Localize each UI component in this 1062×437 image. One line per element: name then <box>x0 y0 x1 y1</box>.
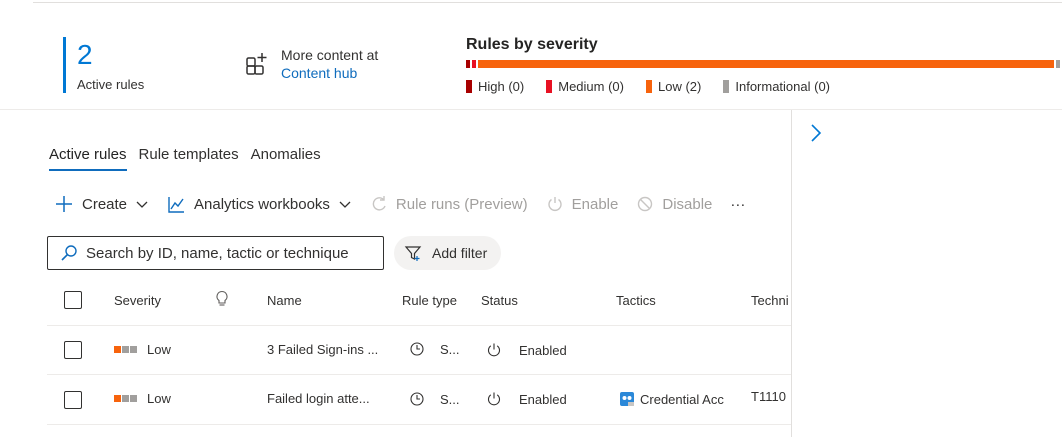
chevron-right-icon[interactable] <box>808 122 824 144</box>
rule-type-value: S... <box>440 341 460 357</box>
legend-swatch <box>723 80 730 93</box>
analytics-workbooks-label: Analytics workbooks <box>194 195 330 213</box>
filter-icon <box>404 246 422 261</box>
enable-label: Enable <box>571 195 619 213</box>
chevron-down-icon <box>339 201 351 208</box>
refresh-icon <box>372 196 386 211</box>
tab-active-rules[interactable]: Active rules <box>49 146 127 171</box>
rule-type-value: S... <box>440 391 460 407</box>
add-filter-button[interactable]: Add filter <box>394 236 501 270</box>
legend-label: High (0) <box>478 79 525 94</box>
column-severity[interactable]: Severity <box>114 293 161 308</box>
more-content-text: More content at <box>281 47 379 63</box>
column-tactics[interactable]: Tactics <box>616 293 656 308</box>
rules-by-severity: Rules by severity High (0) Medium (0) Low … <box>466 36 1062 100</box>
table-row[interactable]: Low 3 Failed Sign-ins ... S... Enabled <box>47 326 791 375</box>
legend-item: Medium (0) <box>546 79 624 94</box>
severity-cell: Low <box>114 342 171 357</box>
table-header-row: Severity Name Rule type Status Tactics T… <box>47 276 791 326</box>
search-icon <box>61 245 77 261</box>
kpi-accent-bar <box>63 37 66 93</box>
column-name[interactable]: Name <box>267 293 302 308</box>
chevron-down-icon <box>136 201 148 208</box>
status-cell: Enabled <box>486 391 567 407</box>
tab-rule-templates[interactable]: Rule templates <box>139 146 239 171</box>
create-button[interactable]: Create <box>54 194 149 214</box>
content-hub-link[interactable]: Content hub <box>281 65 357 81</box>
plus-icon <box>56 196 72 212</box>
column-techniques[interactable]: Techni <box>751 293 789 308</box>
column-status[interactable]: Status <box>481 293 518 308</box>
more-actions-button[interactable]: ··· <box>730 196 745 213</box>
rule-runs-label: Rule runs (Preview) <box>395 195 528 213</box>
column-rule-type[interactable]: Rule type <box>402 293 457 308</box>
power-icon <box>487 343 501 357</box>
rule-name[interactable]: 3 Failed Sign-ins ... <box>267 342 378 357</box>
legend-label: Medium (0) <box>558 79 624 94</box>
rule-type-cell: S... <box>409 391 460 407</box>
disable-button[interactable]: Disable <box>636 195 712 213</box>
active-rules-kpi: 2 Active rules <box>63 37 173 93</box>
tab-anomalies[interactable]: Anomalies <box>251 146 321 171</box>
table-row[interactable]: Low Failed login atte... S... Enabled Cr… <box>47 375 791 425</box>
severity-segment-informational <box>1056 60 1060 68</box>
legend-item: High (0) <box>466 79 524 94</box>
active-rules-count: 2 <box>77 39 93 70</box>
severity-cell: Low <box>114 391 171 406</box>
severity-title: Rules by severity <box>466 36 598 53</box>
enable-button[interactable]: Enable <box>546 195 619 213</box>
severity-bar <box>466 60 1062 68</box>
row-checkbox[interactable] <box>64 341 82 359</box>
analytics-workbooks-button[interactable]: Analytics workbooks <box>167 195 352 214</box>
top-border <box>33 0 1062 3</box>
severity-value: Low <box>147 391 171 406</box>
severity-indicator <box>114 395 138 402</box>
active-rules-label: Active rules <box>77 77 145 92</box>
clock-icon <box>410 392 424 406</box>
details-pane-divider <box>791 110 792 437</box>
tactics-value: Credential Acc <box>640 391 724 407</box>
rule-runs-button[interactable]: Rule runs (Preview) <box>370 195 528 213</box>
content-hub-icon <box>246 53 267 75</box>
toolbar: Create Analytics workbooks Rule runs (Pr… <box>54 193 763 215</box>
lightbulb-icon[interactable] <box>215 290 229 308</box>
legend-item: Informational (0) <box>723 79 830 94</box>
status-value: Enabled <box>519 342 567 358</box>
tab-list: Active rules Rule templates Anomalies <box>49 146 333 171</box>
legend-swatch <box>646 80 652 93</box>
status-value: Enabled <box>519 391 567 407</box>
tactics-cell: Credential Acc <box>619 391 724 407</box>
chart-line-icon <box>168 196 185 213</box>
disable-label: Disable <box>662 195 713 213</box>
search-box[interactable] <box>47 236 384 270</box>
severity-segment-medium <box>472 60 476 68</box>
add-filter-label: Add filter <box>432 245 488 261</box>
rule-type-cell: S... <box>409 341 460 357</box>
row-checkbox[interactable] <box>64 391 82 409</box>
legend-item: Low (2) <box>646 79 701 94</box>
status-cell: Enabled <box>486 342 567 358</box>
severity-legend: High (0) Medium (0) Low (2) Informational (… <box>466 79 852 94</box>
severity-segment-high <box>466 60 470 68</box>
power-icon <box>547 197 562 211</box>
power-icon <box>487 392 501 406</box>
credential-access-icon <box>620 392 634 406</box>
severity-segment-low <box>478 60 1054 68</box>
legend-label: Low (2) <box>658 79 702 94</box>
search-input[interactable] <box>86 244 376 262</box>
severity-indicator <box>114 346 138 353</box>
header-divider <box>0 109 1062 110</box>
clock-icon <box>410 342 424 356</box>
severity-value: Low <box>147 342 171 357</box>
techniques-value: T1110 <box>751 389 786 404</box>
select-all-checkbox[interactable] <box>64 291 82 309</box>
rules-table: Severity Name Rule type Status Tactics T… <box>47 276 791 437</box>
legend-swatch <box>546 80 553 93</box>
rule-name[interactable]: Failed login atte... <box>267 391 370 406</box>
block-icon <box>638 196 653 212</box>
legend-swatch <box>466 80 472 93</box>
create-label: Create <box>82 195 128 213</box>
legend-label: Informational (0) <box>735 79 831 94</box>
